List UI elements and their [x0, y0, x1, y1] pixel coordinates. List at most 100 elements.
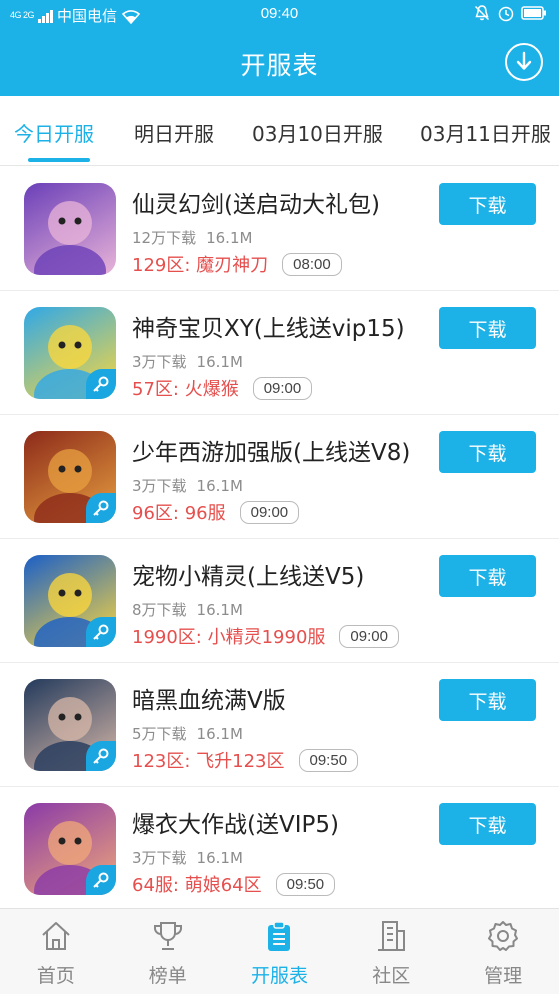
game-row[interactable]: 暗黑血统满V版 5万下载 16.1M 123区: 飞升123区 09:50 下载 — [0, 663, 559, 787]
file-size: 16.1M — [196, 725, 243, 743]
mute-bell-icon — [474, 5, 490, 21]
page-title: 开服表 — [240, 51, 319, 80]
game-icon[interactable] — [24, 679, 116, 771]
status-bar: 4G 2G 中国电信 09:40 — [0, 0, 559, 30]
key-badge — [86, 865, 116, 895]
nav-server-list[interactable]: 开服表 — [224, 909, 336, 995]
game-row[interactable]: 宠物小精灵(上线送V5) 8万下载 16.1M 1990区: 小精灵1990服 09:0… — [0, 539, 559, 663]
status-icons — [473, 4, 547, 22]
game-title[interactable]: 爆衣大作战(送VIP5) — [132, 805, 339, 839]
nav-manage[interactable]: 管理 — [447, 909, 559, 995]
file-size: 16.1M — [196, 849, 243, 867]
download-button[interactable]: 下载 — [439, 183, 536, 225]
download-count: 12万下载 — [132, 229, 197, 247]
tab-mar-10[interactable]: 03月10日开服 — [252, 118, 383, 147]
game-meta: 5万下载 16.1M — [132, 723, 243, 744]
nav-ranking[interactable]: 榜单 — [112, 909, 224, 995]
game-artwork — [34, 201, 106, 275]
file-size: 16.1M — [196, 601, 243, 619]
nav-community-label: 社区 — [372, 965, 411, 987]
game-row[interactable]: 仙灵幻剑(送启动大礼包) 12万下载 16.1M 129区: 魔刃神刀 08:00 下载 — [0, 167, 559, 291]
app-header: 开服表 — [0, 30, 559, 96]
game-list: 仙灵幻剑(送启动大礼包) 12万下载 16.1M 129区: 魔刃神刀 08:00 下载神… — [0, 167, 559, 911]
tab-tomorrow[interactable]: 明日开服 — [134, 118, 214, 147]
key-icon — [93, 624, 109, 640]
tab-today[interactable]: 今日开服 — [14, 118, 94, 147]
key-icon — [93, 748, 109, 764]
game-icon[interactable] — [24, 183, 116, 275]
server-info: 129区: 魔刃神刀 08:00 — [132, 251, 342, 277]
file-size: 16.1M — [196, 353, 243, 371]
key-badge — [86, 493, 116, 523]
game-meta: 12万下载 16.1M — [132, 227, 252, 248]
open-time-badge: 09:00 — [339, 624, 399, 648]
server-info: 64服: 萌娘64区 09:50 — [132, 871, 336, 897]
download-button[interactable]: 下载 — [439, 307, 536, 349]
open-time-badge: 09:00 — [252, 376, 313, 400]
server-name: 1990区: 小精灵1990服 — [132, 627, 326, 648]
download-manager-button[interactable] — [505, 43, 543, 81]
game-row[interactable]: 少年西游加强版(上线送V8) 3万下载 16.1M 96区: 96服 09:00 下载 — [0, 415, 559, 539]
trophy-icon — [153, 922, 182, 950]
date-tabs: 今日开服 明日开服 03月10日开服 03月11日开服 — [0, 96, 559, 166]
key-icon — [93, 872, 109, 888]
download-count: 3万下载 — [132, 477, 187, 495]
gear-icon — [488, 921, 519, 951]
download-button[interactable]: 下载 — [439, 431, 536, 473]
server-name: 64服: 萌娘64区 — [132, 875, 262, 896]
battery-icon — [521, 6, 546, 20]
server-name: 129区: 魔刃神刀 — [132, 255, 269, 276]
tab-mar-11[interactable]: 03月11日开服 — [420, 118, 551, 147]
download-count: 3万下载 — [132, 353, 187, 371]
server-name: 96区: 96服 — [132, 503, 226, 524]
key-icon — [93, 376, 109, 392]
download-icon — [516, 51, 532, 70]
download-count: 5万下载 — [132, 725, 187, 743]
nav-home[interactable]: 首页 — [0, 909, 112, 995]
game-icon[interactable] — [24, 555, 116, 647]
game-meta: 8万下载 16.1M — [132, 599, 243, 620]
server-info: 123区: 飞升123区 09:50 — [132, 747, 359, 773]
download-button[interactable]: 下载 — [439, 555, 536, 597]
download-count: 8万下载 — [132, 601, 187, 619]
game-row[interactable]: 神奇宝贝XY(上线送vip15) 3万下载 16.1M 57区: 火爆猴 09:00 下载 — [0, 291, 559, 415]
file-size: 16.1M — [196, 477, 243, 495]
server-name: 123区: 飞升123区 — [132, 751, 285, 772]
building-icon — [378, 921, 406, 951]
game-icon[interactable] — [24, 431, 116, 523]
key-badge — [86, 741, 116, 771]
nav-home-label: 首页 — [36, 965, 75, 987]
server-info: 96区: 96服 09:00 — [132, 499, 300, 525]
nav-community[interactable]: 社区 — [335, 909, 447, 995]
game-title[interactable]: 仙灵幻剑(送启动大礼包) — [132, 185, 380, 219]
game-row[interactable]: 爆衣大作战(送VIP5) 3万下载 16.1M 64服: 萌娘64区 09:50 下载 — [0, 787, 559, 911]
game-title[interactable]: 少年西游加强版(上线送V8) — [132, 433, 410, 467]
download-button[interactable]: 下载 — [439, 803, 536, 845]
alarm-icon — [498, 6, 514, 22]
game-icon[interactable] — [24, 307, 116, 399]
bottom-nav: 首页 榜单 开服表 社区 管理 — [0, 908, 559, 994]
server-info: 57区: 火爆猴 09:00 — [132, 375, 313, 401]
key-badge — [86, 369, 116, 399]
clipboard-icon — [268, 921, 291, 951]
nav-ranking-label: 榜单 — [148, 965, 187, 987]
game-title[interactable]: 宠物小精灵(上线送V5) — [132, 557, 364, 591]
file-size: 16.1M — [206, 229, 253, 247]
nav-server-list-label: 开服表 — [250, 965, 308, 987]
open-time-badge: 09:50 — [275, 872, 336, 896]
game-icon[interactable] — [24, 803, 116, 895]
active-tab-indicator — [28, 158, 90, 162]
game-meta: 3万下载 16.1M — [132, 351, 243, 372]
open-time-badge: 09:00 — [239, 500, 300, 524]
download-button[interactable]: 下载 — [439, 679, 536, 721]
game-title[interactable]: 暗黑血统满V版 — [132, 681, 286, 715]
download-count: 3万下载 — [132, 849, 187, 867]
game-title[interactable]: 神奇宝贝XY(上线送vip15) — [132, 309, 405, 343]
game-meta: 3万下载 16.1M — [132, 475, 243, 496]
game-meta: 3万下载 16.1M — [132, 847, 243, 868]
server-name: 57区: 火爆猴 — [132, 379, 239, 400]
nav-manage-label: 管理 — [484, 965, 523, 987]
server-info: 1990区: 小精灵1990服 09:00 — [132, 623, 399, 649]
open-time-badge: 09:50 — [298, 748, 359, 772]
key-icon — [93, 500, 109, 516]
